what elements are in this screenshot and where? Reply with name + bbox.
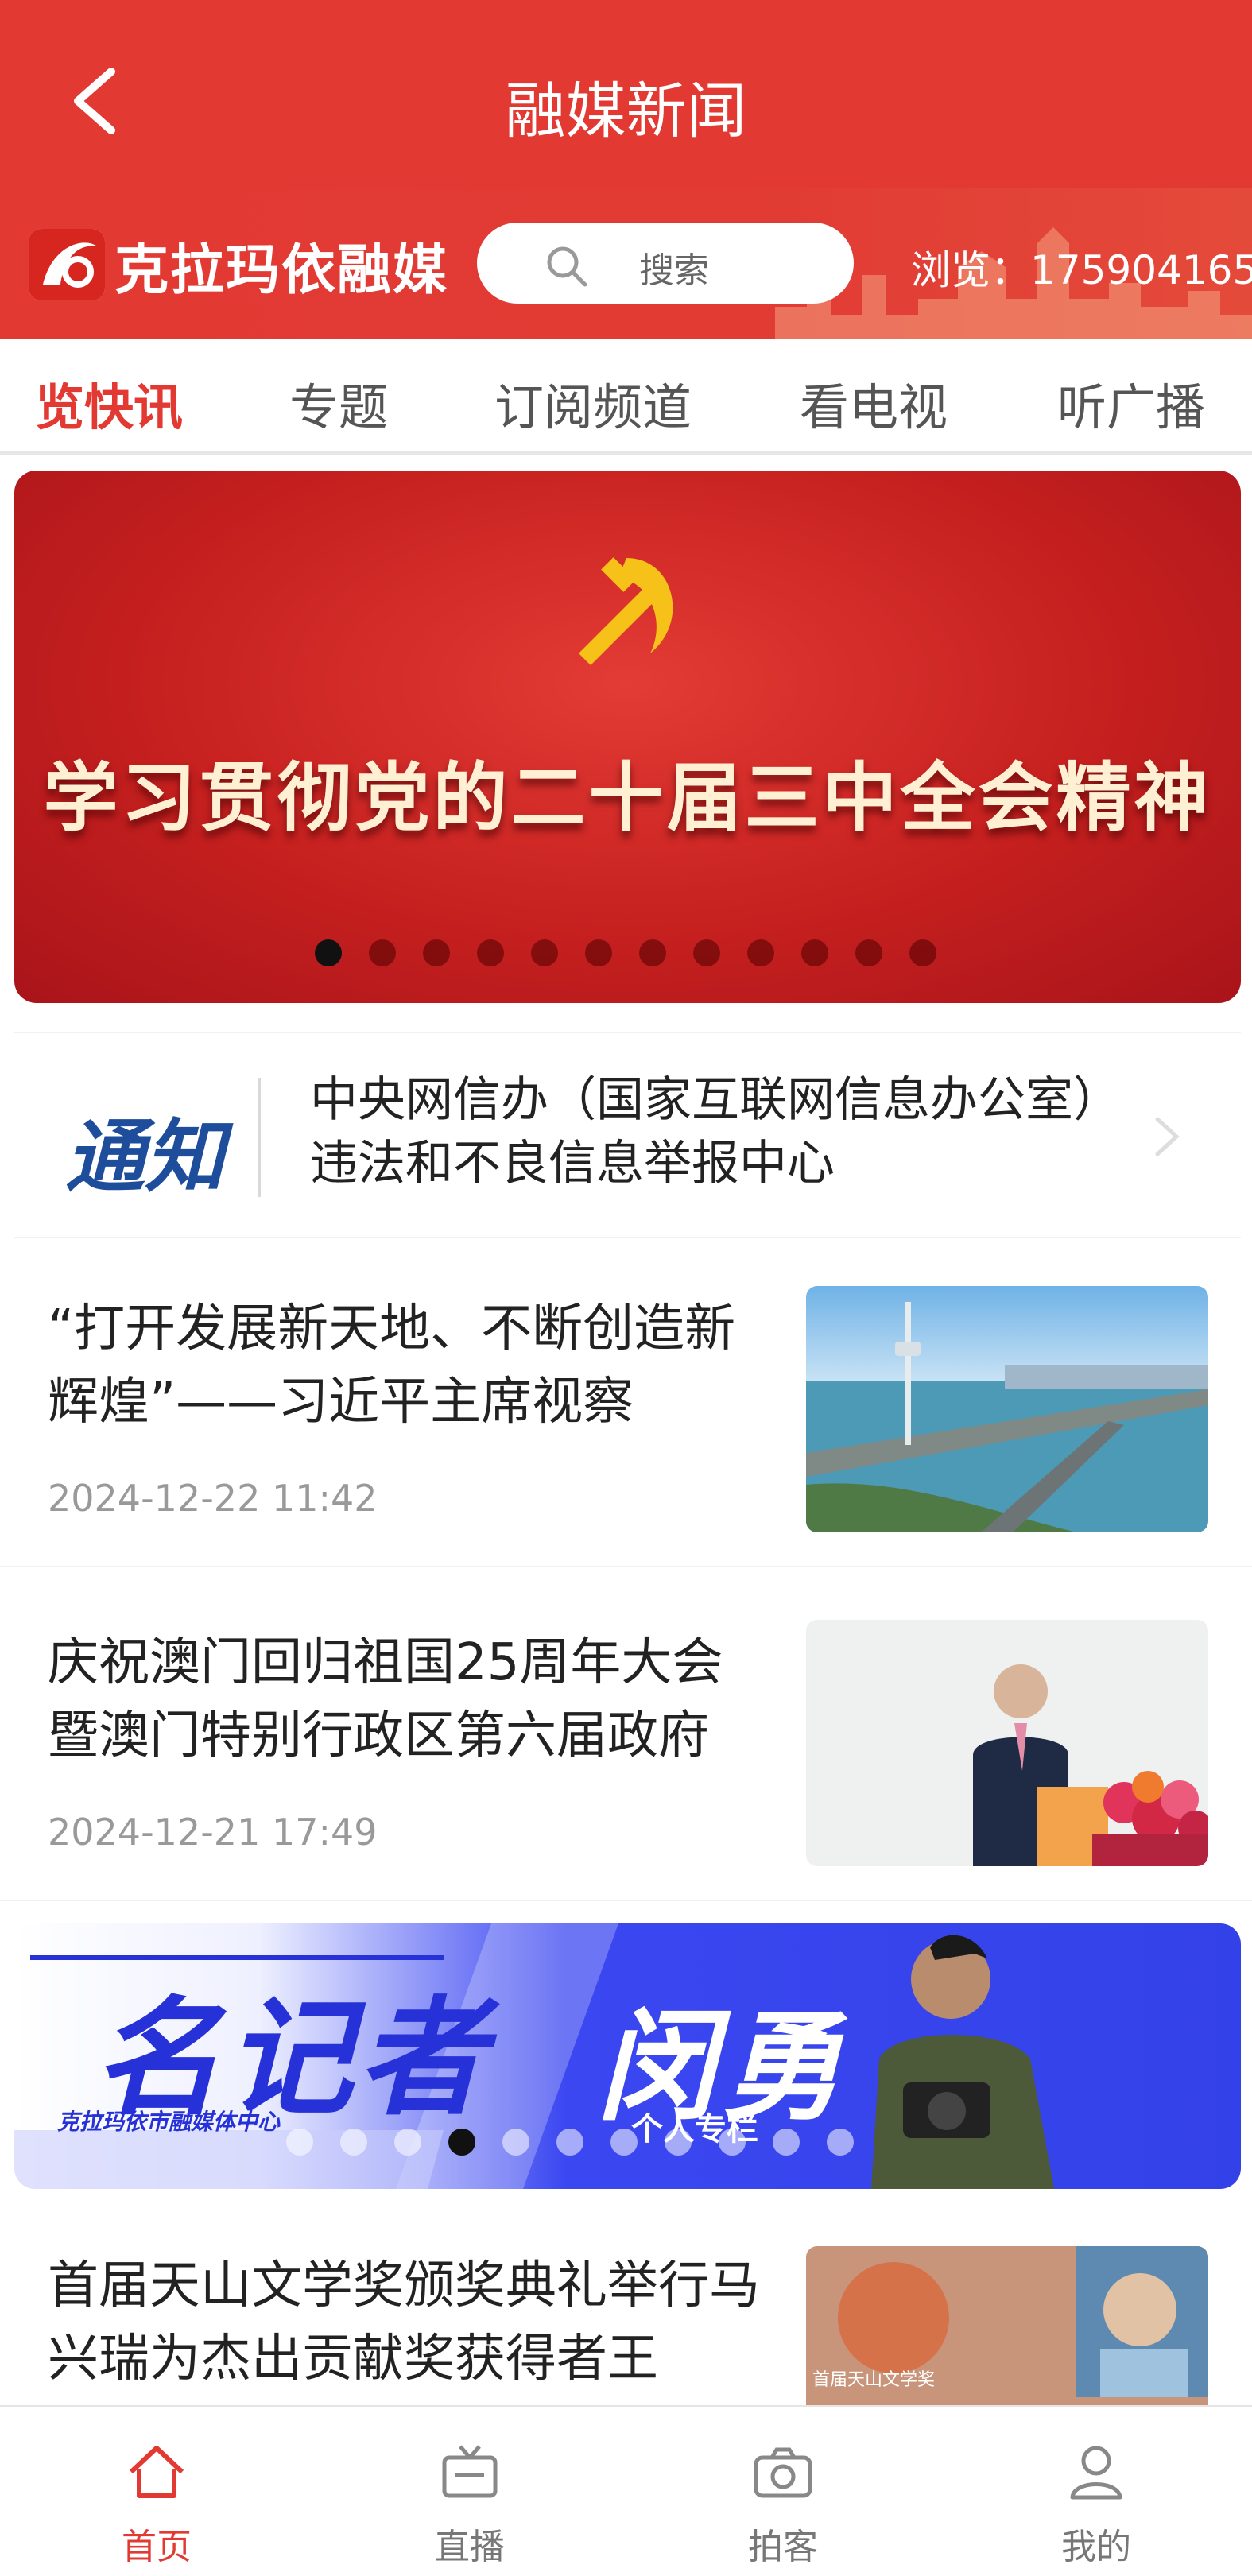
pager-dot[interactable] xyxy=(665,2129,692,2156)
channel-tabs: 览快讯 专题 订阅频道 看电视 听广播 xyxy=(0,339,1252,455)
pager-dot[interactable] xyxy=(719,2129,746,2156)
tab-topics[interactable]: 专题 xyxy=(289,367,388,439)
reporter-banner-pager xyxy=(14,2129,1241,2160)
pager-dot[interactable] xyxy=(747,939,774,966)
camera-icon xyxy=(754,2447,812,2498)
views-counter: 浏览：175904165 xyxy=(911,247,1252,293)
news-thumbnail-speaker xyxy=(806,1620,1208,1866)
pager-dot[interactable] xyxy=(394,2129,421,2156)
nav-mine-label: 我的 xyxy=(1061,2527,1131,2567)
pager-dot[interactable] xyxy=(477,939,504,966)
pager-dot[interactable] xyxy=(585,939,612,966)
pager-dot[interactable] xyxy=(610,2129,638,2156)
pager-dot[interactable] xyxy=(369,939,396,966)
pager-dot[interactable] xyxy=(531,939,558,966)
search-placeholder: 搜索 xyxy=(639,250,709,291)
pager-dot[interactable] xyxy=(423,939,450,966)
bottom-navigation: 首页 直播 拍客 我的 xyxy=(0,2405,1252,2576)
pager-dot[interactable] xyxy=(286,2129,313,2156)
search-icon xyxy=(547,246,587,287)
pager-dot[interactable] xyxy=(801,939,828,966)
user-icon xyxy=(1070,2446,1122,2500)
news-headline: 庆祝澳门回归祖国25周年大会暨澳门特别行政区第六届政府 xyxy=(48,1633,723,1765)
news-headline: “打开发展新天地、不断创造新辉煌”——习近平主席视察 xyxy=(48,1300,736,1431)
notice-row[interactable]: 通知 中央网信办（国家互联网信息办公室）违法和不良信息举报中心 xyxy=(14,1032,1241,1238)
search-input[interactable]: 搜索 xyxy=(477,223,854,304)
banner-pager xyxy=(14,939,1241,971)
notice-divider xyxy=(258,1078,261,1197)
notice-label: 通知 xyxy=(65,1110,224,1203)
hero-banner[interactable]: 学习贯彻党的二十届三中全会精神 xyxy=(14,471,1241,1003)
tab-tv[interactable]: 看电视 xyxy=(800,367,948,439)
news-item[interactable]: “打开发展新天地、不断创造新辉煌”——习近平主席视察 2024-12-22 11… xyxy=(0,1249,1252,1567)
tab-subscribe[interactable]: 订阅频道 xyxy=(494,367,692,439)
banner-headline: 学习贯彻党的二十届三中全会精神 xyxy=(43,755,1212,842)
pager-dot[interactable] xyxy=(693,939,720,966)
nav-mine[interactable]: 我的 xyxy=(940,2407,1252,2576)
pager-dot[interactable] xyxy=(448,2129,475,2156)
tab-news-flash[interactable]: 览快讯 xyxy=(35,367,183,439)
pager-dot[interactable] xyxy=(639,939,666,966)
pager-dot[interactable] xyxy=(315,939,342,966)
brand-name: 克拉玛依融媒 xyxy=(114,239,449,302)
news-headline: 首届天山文学奖颁奖典礼举行马兴瑞为杰出贡献奖获得者王 xyxy=(48,2256,760,2388)
tab-radio[interactable]: 听广播 xyxy=(1057,367,1205,439)
nav-home-label: 首页 xyxy=(122,2527,192,2567)
nav-photo-label: 拍客 xyxy=(748,2527,818,2567)
nav-photo[interactable]: 拍客 xyxy=(626,2407,940,2576)
top-bar: 融媒新闻 xyxy=(0,0,1252,188)
pager-dot[interactable] xyxy=(855,939,882,966)
news-thumbnail-award: 首届天山文学奖 xyxy=(806,2246,1208,2408)
news-thumbnail-macau-bridge xyxy=(806,1286,1208,1532)
pager-dot[interactable] xyxy=(556,2129,583,2156)
news-date: 2024-12-21 17:49 xyxy=(48,1811,378,1854)
chevron-right-icon xyxy=(1155,1117,1180,1156)
home-icon xyxy=(129,2446,184,2498)
brand-bar: 克拉玛依融媒 搜索 浏览：175904165 xyxy=(0,188,1252,339)
nav-home[interactable]: 首页 xyxy=(0,2407,313,2576)
pager-dot[interactable] xyxy=(773,2129,800,2156)
party-emblem-icon xyxy=(579,557,673,665)
pager-dot[interactable] xyxy=(502,2129,529,2156)
nav-live-label: 直播 xyxy=(435,2527,505,2567)
reporter-column-banner[interactable]: 名记者 克拉玛依市融媒体中心 闵勇 个人专栏 xyxy=(14,1923,1241,2189)
news-item[interactable]: 庆祝澳门回归祖国25周年大会暨澳门特别行政区第六届政府 2024-12-21 1… xyxy=(0,1583,1252,1901)
tv-icon xyxy=(442,2445,498,2498)
news-thumbnail-caption: 首届天山文学奖 xyxy=(812,2370,936,2390)
page-title: 融媒新闻 xyxy=(505,76,747,146)
news-date: 2024-12-22 11:42 xyxy=(48,1477,378,1520)
pager-dot[interactable] xyxy=(909,939,936,966)
notice-text: 中央网信办（国家互联网信息办公室）违法和不良信息举报中心 xyxy=(310,1072,1121,1191)
news-item[interactable]: 首届天山文学奖颁奖典礼举行马兴瑞为杰出贡献奖获得者王 首届天山文学奖 xyxy=(0,2218,1252,2408)
pager-dot[interactable] xyxy=(827,2129,854,2156)
pager-dot[interactable] xyxy=(340,2129,367,2156)
brand-logo-icon xyxy=(29,229,105,300)
nav-live[interactable]: 直播 xyxy=(313,2407,626,2576)
